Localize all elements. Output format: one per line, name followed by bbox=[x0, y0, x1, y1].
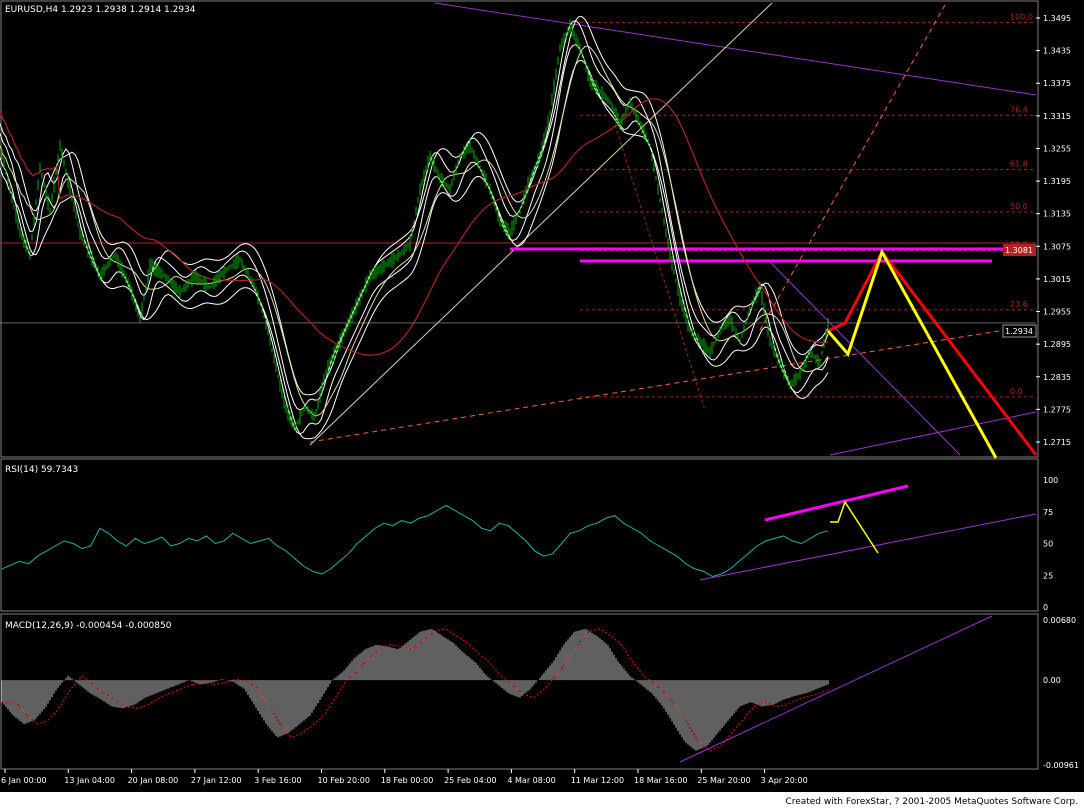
time-tick-label: 3 Apr 20:00 bbox=[761, 776, 808, 785]
footer-credit: Created with ForexStar, ? 2001-2005 Meta… bbox=[785, 797, 1078, 807]
time-tick-label: 20 Jan 08:00 bbox=[128, 776, 179, 785]
price-tick-label: 1.2895 bbox=[1043, 340, 1071, 349]
price-tick-label: 1.3375 bbox=[1043, 79, 1071, 88]
resistance-price-label: 1.3081 bbox=[1005, 246, 1033, 255]
macd-tick-label: 0.00680 bbox=[1043, 616, 1076, 625]
rsi-label: RSI(14) 59.7343 bbox=[5, 465, 78, 475]
price-tick-label: 1.2955 bbox=[1043, 308, 1071, 317]
price-tick-label: 1.2835 bbox=[1043, 373, 1071, 382]
current-price-label: 1.2934 bbox=[1005, 327, 1033, 336]
fib-level-label: 61.8 bbox=[1010, 160, 1028, 169]
time-tick-label: 6 Jan 00:00 bbox=[1, 776, 47, 785]
fib-level-label: 76.4 bbox=[1010, 105, 1028, 114]
time-tick-label: 25 Mar 20:00 bbox=[697, 776, 750, 785]
time-tick-label: 25 Feb 04:00 bbox=[444, 776, 496, 785]
time-tick-label: 4 Mar 08:00 bbox=[507, 776, 555, 785]
fib-level-label: 50.0 bbox=[1010, 202, 1028, 211]
fib-level-label: 0.0 bbox=[1010, 387, 1023, 396]
chart-canvas: 100.076.461.850.038.223.60.0 1.34951.343… bbox=[0, 0, 1084, 809]
price-tick-label: 1.3495 bbox=[1043, 14, 1071, 23]
price-tick-label: 1.2715 bbox=[1043, 438, 1071, 447]
time-tick-label: 18 Feb 00:00 bbox=[381, 776, 433, 785]
price-tick-label: 1.3435 bbox=[1043, 47, 1071, 56]
price-tick-label: 1.3255 bbox=[1043, 144, 1071, 153]
fib-level-label: 100.0 bbox=[1010, 12, 1033, 21]
rsi-tick-label: 75 bbox=[1043, 508, 1053, 517]
macd-label: MACD(12,26,9) -0.000454 -0.000850 bbox=[5, 621, 172, 631]
fib-level-label: 23.6 bbox=[1010, 300, 1028, 309]
macd-tick-label: 0.00 bbox=[1043, 676, 1061, 685]
price-tick-label: 1.3135 bbox=[1043, 210, 1071, 219]
time-tick-label: 18 Mar 16:00 bbox=[634, 776, 687, 785]
rsi-tick-label: 0 bbox=[1043, 603, 1048, 612]
chart-title: EURUSD,H4 1.2923 1.2938 1.2914 1.2934 bbox=[5, 5, 196, 15]
macd-tick-label: -0.00961 bbox=[1043, 761, 1079, 770]
rsi-tick-label: 100 bbox=[1043, 476, 1058, 485]
price-tick-label: 1.3315 bbox=[1043, 112, 1071, 121]
time-tick-label: 13 Jan 04:00 bbox=[64, 776, 115, 785]
time-tick-label: 3 Feb 16:00 bbox=[254, 776, 301, 785]
price-tick-label: 1.2775 bbox=[1043, 405, 1071, 414]
price-tick-label: 1.3015 bbox=[1043, 275, 1071, 284]
time-tick-label: 10 Feb 20:00 bbox=[318, 776, 370, 785]
rsi-tick-label: 25 bbox=[1043, 571, 1053, 580]
price-tick-label: 1.3075 bbox=[1043, 242, 1071, 251]
rsi-tick-label: 50 bbox=[1043, 540, 1053, 549]
time-tick-label: 27 Jan 12:00 bbox=[191, 776, 242, 785]
price-tick-label: 1.3195 bbox=[1043, 177, 1071, 186]
time-tick-label: 11 Mar 12:00 bbox=[571, 776, 624, 785]
